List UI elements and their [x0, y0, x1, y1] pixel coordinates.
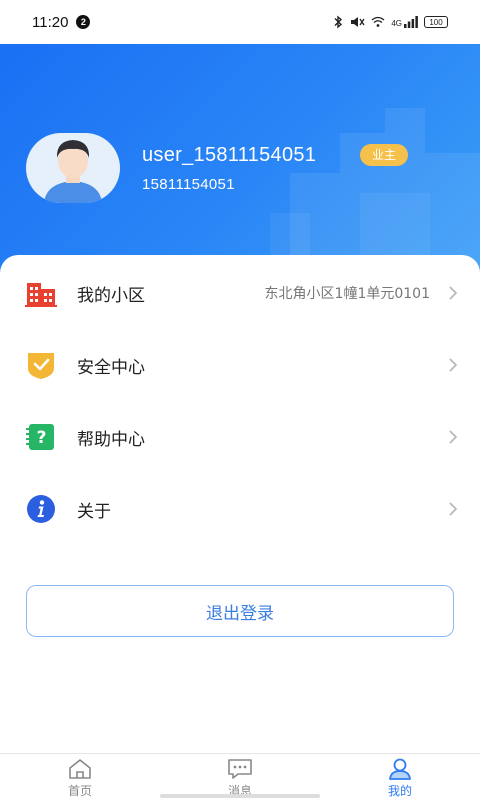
bottom-tab-bar: 首页 消息 我的 — [0, 753, 480, 800]
info-icon — [25, 493, 57, 525]
status-icons: 4G 100 — [333, 15, 448, 29]
mute-icon — [351, 17, 365, 27]
menu-item-label: 关于 — [77, 501, 111, 522]
menu-item-security-center[interactable]: 安全中心 — [0, 335, 480, 395]
home-icon — [69, 759, 91, 779]
user-icon — [389, 758, 411, 780]
building-icon — [25, 277, 57, 309]
chevron-right-icon — [446, 430, 460, 444]
message-icon — [228, 759, 252, 779]
network-type: 4G — [391, 19, 402, 28]
username: user_15811154051 — [142, 144, 317, 166]
shield-check-icon — [25, 349, 57, 381]
svg-text:?: ? — [37, 428, 47, 448]
tab-mine[interactable]: 我的 — [320, 754, 480, 800]
menu-item-about[interactable]: 关于 — [0, 479, 480, 539]
role-badge: 业主 — [360, 144, 409, 166]
battery-icon: 100 — [424, 16, 448, 28]
status-time: 11:20 — [32, 13, 69, 31]
menu-item-label: 我的小区 — [77, 285, 145, 306]
bluetooth-icon — [334, 15, 343, 29]
tab-label: 我的 — [387, 784, 412, 798]
tab-label: 首页 — [67, 784, 92, 798]
menu-card: 我的小区 东北角小区1幢1单元0101 安全中心 ? 帮助中心 关于 退出登录 — [0, 255, 480, 755]
menu-item-help-center[interactable]: ? 帮助中心 — [0, 407, 480, 467]
help-book-icon: ? — [25, 421, 57, 453]
notification-count-badge: 2 — [76, 15, 91, 29]
menu-item-my-community[interactable]: 我的小区 东北角小区1幢1单元0101 — [0, 263, 480, 323]
menu-item-label: 帮助中心 — [77, 429, 145, 450]
menu-item-value: 东北角小区1幢1单元0101 — [264, 286, 430, 302]
chevron-right-icon — [446, 286, 460, 300]
tab-home[interactable]: 首页 — [0, 754, 160, 800]
home-indicator — [160, 794, 320, 798]
logout-button[interactable]: 退出登录 — [26, 585, 454, 637]
status-bar: 11:20 2 4G 100 — [0, 0, 480, 44]
menu-item-label: 安全中心 — [77, 357, 145, 378]
wifi-icon — [371, 16, 385, 27]
avatar[interactable] — [26, 133, 120, 203]
user-phone: 15811154051 — [142, 176, 235, 193]
user-avatar-icon — [44, 140, 102, 203]
profile-header: user_15811154051 业主 15811154051 — [0, 33, 480, 283]
signal-icon: 4G — [391, 16, 418, 28]
chevron-right-icon — [446, 358, 460, 372]
chevron-right-icon — [446, 502, 460, 516]
